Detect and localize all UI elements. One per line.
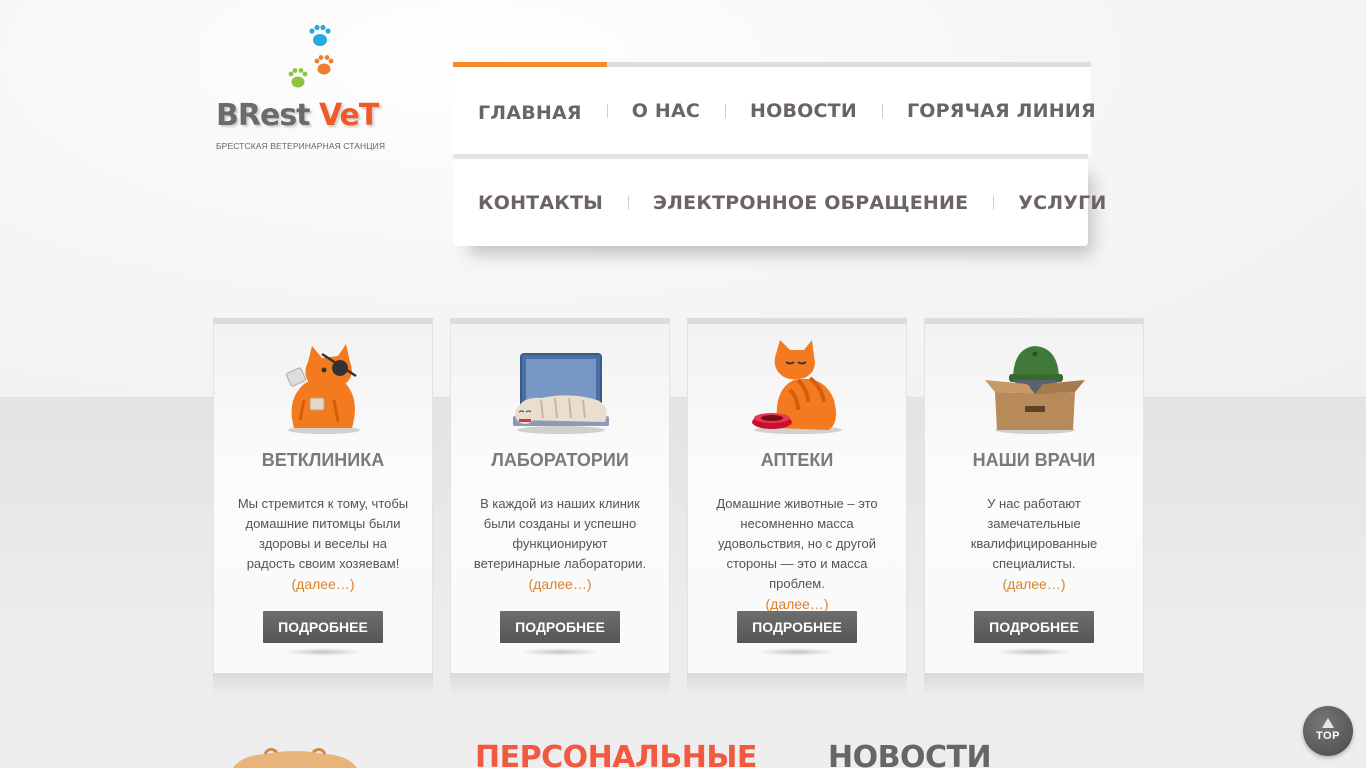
card-description: Домашние животные – это несомненно масса… [710, 494, 884, 614]
service-card-pharmacies: Аптеки Домашние животные – это несомненн… [687, 318, 907, 695]
logo-word-vet: VeT [318, 98, 379, 133]
card-text: Домашние животные – это несомненно масса… [716, 496, 878, 591]
service-card-laboratories: Лаборатории В каждой из наших клиник был… [450, 318, 670, 695]
logo-wordmark: BRest VeT [216, 98, 406, 136]
arrow-up-icon [1322, 718, 1334, 728]
details-button[interactable]: Подробнее [500, 611, 620, 643]
read-more-link[interactable]: (далее…) [473, 574, 647, 594]
details-button[interactable]: Подробнее [737, 611, 857, 643]
injured-cat-icon [285, 344, 360, 434]
cat-with-bowl-icon [752, 340, 842, 434]
top-label: TOP [1316, 730, 1340, 742]
read-more-link[interactable]: (далее…) [947, 574, 1121, 594]
card-description: У нас работают замечательные квалифициро… [947, 494, 1121, 594]
main-nav-row-2: Контакты Электронное обращение Услуги [453, 154, 1106, 246]
main-nav-row-1: Главная О нас Новости Горячая линия [453, 62, 1096, 154]
logo-word-brest: BRest [216, 98, 311, 133]
news-section-heading: Новости [828, 740, 992, 768]
button-shadow [757, 648, 837, 656]
nav-item-news[interactable]: Новости [725, 67, 882, 154]
card-text: Мы стремится к тому, чтобы домашние пито… [237, 496, 409, 571]
card-title: Ветклиника [261, 450, 385, 470]
nav-item-home[interactable]: Главная [453, 62, 607, 154]
button-shadow [283, 648, 363, 656]
personal-section-heading: Персональные [475, 740, 757, 768]
cat-on-laptop-icon [513, 353, 609, 434]
nav-item-e-appeal[interactable]: Электронное обращение [628, 159, 993, 246]
button-shadow [520, 648, 600, 656]
card-text: В каждой из наших клиник были созданы и … [473, 496, 647, 571]
card-title: Наши врачи [972, 450, 1096, 470]
service-card-clinic: Ветклиника Мы стремится к тому, чтобы до… [213, 318, 433, 695]
details-button[interactable]: Подробнее [974, 611, 1094, 643]
card-title: Лаборатории [491, 450, 629, 470]
nav-item-contacts[interactable]: Контакты [453, 159, 628, 246]
content-background [0, 399, 1366, 768]
read-more-link[interactable]: (далее…) [236, 574, 410, 594]
service-card-doctors: Наши врачи У нас работают замечательные … [924, 318, 1144, 695]
button-shadow [994, 648, 1074, 656]
nav-item-about[interactable]: О нас [606, 67, 725, 154]
cat-in-box-icon [985, 346, 1085, 434]
card-text: У нас работают замечательные квалифициро… [970, 496, 1098, 571]
nav-item-hotline[interactable]: Горячая линия [881, 67, 1121, 154]
card-title: Аптеки [760, 450, 834, 470]
card-description: В каждой из наших клиник были созданы и … [473, 494, 647, 594]
nav-item-services[interactable]: Услуги [993, 159, 1131, 246]
details-button[interactable]: Подробнее [263, 611, 383, 643]
site-logo[interactable]: BRest VeT Брестская ветеринарная станция [216, 24, 406, 159]
card-description: Мы стремится к тому, чтобы домашние пито… [236, 494, 410, 594]
paw-prints-icon [288, 24, 334, 88]
logo-subtitle: Брестская ветеринарная станция [216, 141, 386, 151]
cat-head-icon [232, 747, 358, 768]
scroll-to-top-button[interactable]: TOP [1303, 706, 1353, 756]
